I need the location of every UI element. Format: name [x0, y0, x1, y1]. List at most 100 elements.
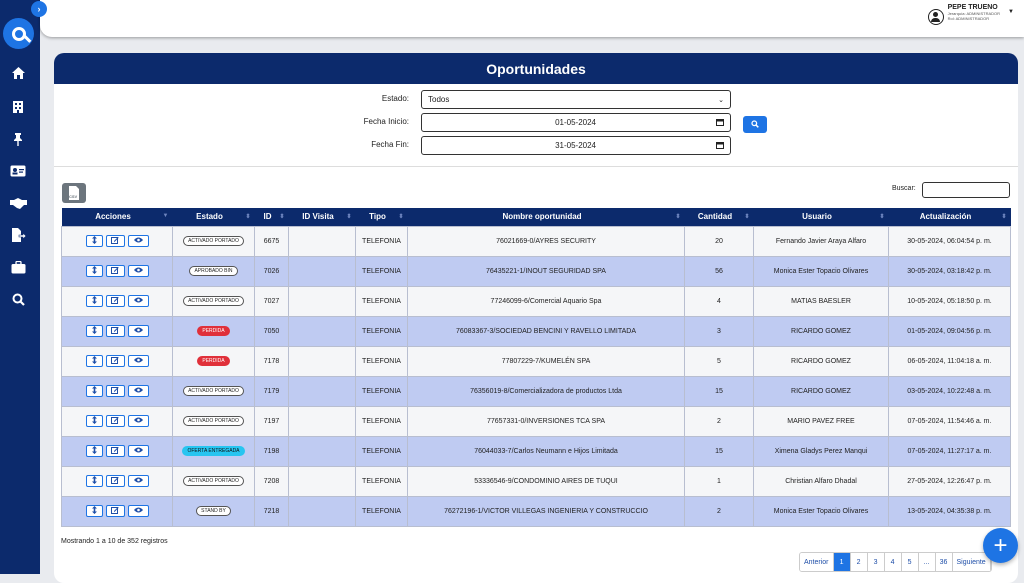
status-badge: PERDIDA: [197, 326, 230, 336]
briefcase-icon[interactable]: [9, 258, 27, 276]
edit-button[interactable]: [105, 475, 125, 487]
column-header[interactable]: ID ⬍: [254, 208, 289, 226]
export-file-icon[interactable]: [9, 226, 27, 244]
view-button[interactable]: [127, 445, 149, 457]
edit-button[interactable]: [105, 235, 125, 247]
sort-icon: ⬍: [346, 214, 352, 220]
move-button[interactable]: [85, 385, 103, 397]
sort-icon: ⬍: [675, 214, 681, 220]
column-header[interactable]: Estado ⬍: [172, 208, 255, 226]
move-button[interactable]: [85, 415, 103, 427]
view-button[interactable]: [127, 295, 149, 307]
move-button[interactable]: [85, 295, 103, 307]
search-button[interactable]: [743, 116, 767, 133]
estado-select[interactable]: Todos ⌄: [421, 90, 731, 109]
cell-tipo: TELEFONIA: [355, 375, 408, 407]
page-button[interactable]: 36: [935, 553, 953, 571]
table-row[interactable]: ACTIVADO PORTADO 7027 TELEFONIA 77246099-6/…: [61, 285, 1011, 317]
column-header[interactable]: Tipo ⬍: [355, 208, 408, 226]
add-opportunity-button[interactable]: +: [983, 528, 1018, 563]
home-icon[interactable]: [9, 64, 27, 82]
edit-button[interactable]: [105, 505, 125, 517]
table-row[interactable]: APROBADO BIN 7026 TELEFONIA 76435221-1/INOU…: [61, 255, 1011, 287]
calendar-icon[interactable]: [716, 141, 724, 151]
move-button[interactable]: [85, 355, 103, 367]
column-header[interactable]: Cantidad ⬍: [684, 208, 754, 226]
view-button[interactable]: [127, 235, 149, 247]
edit-button[interactable]: [105, 295, 125, 307]
pin-icon[interactable]: [9, 130, 27, 148]
column-header-label: ID: [263, 212, 272, 222]
table-row[interactable]: ACTIVADO PORTADO 6675 TELEFONIA 76021669-0/…: [61, 225, 1011, 257]
status-badge: STAND BY: [196, 506, 231, 516]
move-button[interactable]: [85, 475, 103, 487]
page-button[interactable]: 1: [833, 553, 851, 571]
page-button[interactable]: 4: [884, 553, 902, 571]
previous-page-button[interactable]: Anterior: [800, 553, 834, 571]
arrows-vertical-icon: [91, 296, 97, 306]
move-button[interactable]: [85, 505, 103, 517]
edit-button[interactable]: [105, 445, 125, 457]
edit-icon: [111, 416, 119, 426]
fecha-fin-input[interactable]: 31-05-2024: [421, 136, 731, 155]
next-page-button[interactable]: Siguiente: [952, 553, 991, 571]
view-button[interactable]: [127, 505, 149, 517]
edit-icon: [111, 446, 119, 456]
move-button[interactable]: [85, 445, 103, 457]
edit-button[interactable]: [105, 265, 125, 277]
id-card-icon[interactable]: [9, 162, 27, 180]
column-header[interactable]: ID Visita ⬍: [288, 208, 356, 226]
column-header[interactable]: Nombre oportunidad ⬍: [407, 208, 685, 226]
search-icon: [751, 119, 759, 130]
user-name: PEPE TRUENO: [947, 4, 998, 11]
column-header[interactable]: Usuario ⬍: [753, 208, 889, 226]
view-button[interactable]: [127, 355, 149, 367]
move-button[interactable]: [85, 265, 103, 277]
table-row[interactable]: PERDIDA 7050 TELEFONIA 76083367-3/SOCIEDAD …: [61, 315, 1011, 347]
table-row[interactable]: PERDIDA 7178 TELEFONIA 77807229-7/KUMELÉN S…: [61, 345, 1011, 377]
table-row[interactable]: ACTIVADO PORTADO 7197 TELEFONIA 77657331-0/…: [61, 405, 1011, 437]
export-csv-button[interactable]: CSV: [62, 183, 86, 203]
building-icon[interactable]: [9, 98, 27, 116]
cell-tipo: TELEFONIA: [355, 345, 408, 377]
table-info: Mostrando 1 a 10 de 352 registros: [61, 538, 168, 545]
calendar-icon[interactable]: [716, 118, 724, 128]
view-button[interactable]: [127, 265, 149, 277]
edit-icon: [111, 506, 119, 516]
sort-icon: ⬍: [879, 214, 885, 220]
table-row[interactable]: ACTIVADO PORTADO 7208 TELEFONIA 53336546-9/…: [61, 465, 1011, 497]
column-header[interactable]: Acciones ▼: [61, 208, 173, 226]
arrows-vertical-icon: [91, 386, 97, 396]
edit-button[interactable]: [105, 355, 125, 367]
page-button[interactable]: 2: [850, 553, 868, 571]
search-input[interactable]: [922, 182, 1010, 198]
sort-icon: ⬍: [279, 214, 285, 220]
edit-button[interactable]: [105, 385, 125, 397]
cell-id-visita: [288, 495, 356, 527]
edit-button[interactable]: [105, 415, 125, 427]
edit-button[interactable]: [105, 325, 125, 337]
fecha-inicio-input[interactable]: 01-05-2024: [421, 113, 731, 132]
view-button[interactable]: [127, 415, 149, 427]
table-row[interactable]: STAND BY 7218 TELEFONIA 76272196-1/VICTOR V…: [61, 495, 1011, 527]
chevron-right-icon: ›: [37, 4, 41, 14]
table-row[interactable]: OFERTA ENTREGADA 7198 TELEFONIA 76044033-7/…: [61, 435, 1011, 467]
view-button[interactable]: [127, 385, 149, 397]
edit-icon: [111, 476, 119, 486]
move-button[interactable]: [85, 325, 103, 337]
app-logo[interactable]: [3, 18, 34, 49]
column-header[interactable]: Actualización ⬍: [888, 208, 1011, 226]
table-row[interactable]: ACTIVADO PORTADO 7179 TELEFONIA 76356019-8/…: [61, 375, 1011, 407]
user-menu[interactable]: PEPE TRUENO Jerarquía: ADMINISTRADOR Rol…: [927, 4, 1014, 25]
view-button[interactable]: [127, 475, 149, 487]
sidebar-expand-button[interactable]: ›: [31, 1, 47, 17]
page-button[interactable]: 3: [867, 553, 885, 571]
page-button[interactable]: 5: [901, 553, 919, 571]
cell-tipo: TELEFONIA: [355, 225, 408, 257]
handshake-icon[interactable]: [9, 194, 27, 212]
move-button[interactable]: [85, 235, 103, 247]
cell-cantidad: 4: [684, 285, 754, 317]
view-button[interactable]: [127, 325, 149, 337]
search-icon[interactable]: [9, 290, 27, 308]
cell-actualizacion: 30-05-2024, 06:04:54 p. m.: [888, 225, 1011, 257]
